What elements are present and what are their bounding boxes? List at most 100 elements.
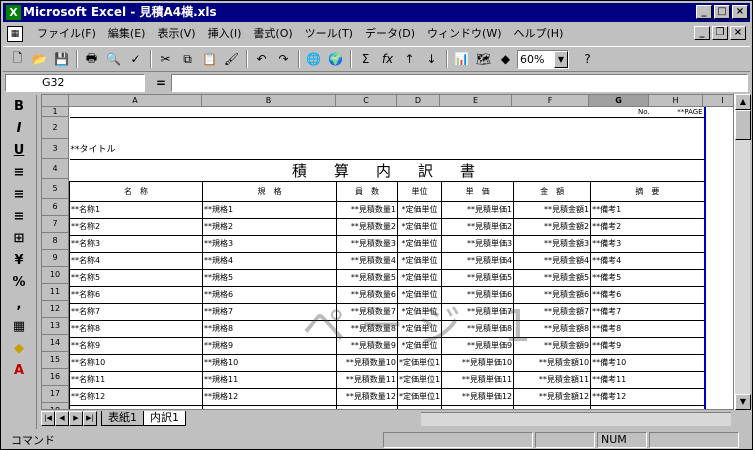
maximize-button[interactable]: □ [714, 5, 730, 19]
sort-ascending-icon[interactable]: ↑ [399, 49, 420, 70]
table-cell[interactable]: **見積単価4 [441, 251, 515, 270]
table-cell[interactable]: **見積金額1 [513, 200, 592, 219]
table-cell[interactable]: **見積単価2 [441, 217, 515, 236]
print-icon[interactable]: 🖶 [81, 49, 102, 70]
bold-button[interactable]: B [3, 95, 35, 117]
chevron-down-icon[interactable]: ▼ [554, 50, 568, 68]
sheet-content[interactable]: No. **PAGE **タイトル 積 算 内 訳 書 名 称 規 格 員 数 … [69, 107, 706, 409]
row-header[interactable]: 18 [42, 403, 69, 409]
page-placeholder[interactable]: **PAGE [650, 107, 706, 117]
cell[interactable] [69, 116, 706, 139]
scroll-down-icon[interactable]: ▼ [735, 394, 751, 410]
table-cell[interactable]: *定価単位 [396, 302, 443, 321]
scroll-thumb[interactable] [735, 110, 751, 140]
row-header[interactable]: 8 [42, 233, 69, 250]
comma-icon[interactable]: , [3, 293, 35, 315]
menu-insert[interactable]: 挿入(I) [202, 24, 248, 43]
row-header[interactable]: 6 [42, 199, 69, 216]
table-cell[interactable]: **見積単価11 [441, 370, 515, 389]
row-header[interactable]: 16 [42, 369, 69, 386]
table-cell[interactable]: **見積数量10 [336, 353, 398, 372]
column-header-c[interactable]: C [336, 95, 397, 107]
table-cell[interactable]: *定価単位 [396, 200, 443, 219]
page-number-label[interactable]: No. [591, 107, 651, 117]
table-cell[interactable]: **見積数量4 [336, 251, 398, 270]
office-assistant-icon[interactable]: ? [577, 49, 598, 70]
table-cell[interactable]: **見積数量8 [336, 319, 398, 338]
paste-icon[interactable]: 📋 [199, 49, 220, 70]
table-cell[interactable]: **規格12 [202, 387, 337, 406]
header-spec[interactable]: 規 格 [202, 180, 337, 202]
font-color-icon[interactable]: A [3, 359, 35, 381]
table-cell[interactable]: **規格4 [202, 251, 337, 270]
tab-cover-sheet[interactable]: 表紙1 [101, 411, 144, 426]
table-row[interactable]: **名称4 **規格4 **見積数量4 *定価単位 **見積単価4 **見積金額4 **備考… [69, 251, 706, 270]
table-row[interactable]: **名称10 **規格10 **見積数量10 *定価単位1 **見積単価10 **見積金額… [69, 353, 706, 372]
menu-data[interactable]: データ(D) [359, 24, 421, 43]
borders-icon[interactable]: ▦ [3, 315, 35, 337]
table-cell[interactable]: *定価単位 [396, 319, 443, 338]
hyperlink-icon[interactable]: 🌐 [303, 49, 324, 70]
format-painter-icon[interactable]: 🖌 [221, 49, 242, 70]
currency-icon[interactable]: ¥ [3, 249, 35, 271]
table-cell[interactable]: **名称2 [69, 217, 203, 236]
table-cell[interactable]: **名称12 [69, 387, 203, 406]
table-cell[interactable]: **名称5 [69, 268, 203, 287]
row-header[interactable]: 17 [42, 386, 69, 403]
column-header-i[interactable]: I [703, 95, 733, 107]
table-row[interactable]: **名称5 **規格5 **見積数量5 *定価単位 **見積単価5 **見積金額5 **備考… [69, 268, 706, 287]
row-header[interactable]: 5 [42, 179, 69, 199]
table-cell[interactable]: **備考10 [590, 353, 706, 372]
table-cell[interactable]: **規格9 [202, 336, 337, 355]
menu-edit[interactable]: 編集(E) [102, 24, 152, 43]
header-remarks[interactable]: 摘 要 [590, 180, 706, 202]
table-cell[interactable]: **名称3 [69, 234, 203, 253]
table-cell[interactable]: **備考7 [590, 302, 706, 321]
header-amount[interactable]: 金 額 [513, 180, 592, 202]
table-cell[interactable]: **見積金額5 [513, 268, 592, 287]
underline-button[interactable]: U [3, 139, 35, 161]
menu-view[interactable]: 表示(V) [151, 24, 201, 43]
table-cell[interactable]: **規格8 [202, 319, 337, 338]
table-cell[interactable]: **備考1 [590, 200, 706, 219]
table-cell[interactable]: **見積単価12 [441, 387, 515, 406]
table-row[interactable]: **名称7 **規格7 **見積数量7 *定価単位 **見積単価7 **見積金額7 **備考… [69, 302, 706, 321]
row-header[interactable]: 4 [42, 159, 69, 179]
table-cell[interactable]: **名称9 [69, 336, 203, 355]
table-cell[interactable]: **見積金額10 [513, 353, 592, 372]
table-row[interactable]: **名称3 **規格3 **見積数量3 *定価単位 **見積単価3 **見積金額3 **備考… [69, 234, 706, 253]
open-icon[interactable]: 📂 [29, 49, 50, 70]
column-header-a[interactable]: A [69, 95, 202, 107]
cut-icon[interactable]: ✂ [155, 49, 176, 70]
row-header[interactable]: 1 [42, 107, 69, 117]
sort-descending-icon[interactable]: ↓ [421, 49, 442, 70]
table-cell[interactable]: **見積単価9 [441, 336, 515, 355]
document-title[interactable]: 積 算 内 訳 書 [69, 158, 706, 181]
horizontal-scrollbar[interactable] [421, 412, 731, 426]
table-cell[interactable]: **見積数量7 [336, 302, 398, 321]
zoom-select[interactable]: 60% ▼ [517, 49, 569, 69]
column-header-f[interactable]: F [512, 95, 589, 107]
new-icon[interactable]: 🗋 [7, 49, 28, 70]
table-cell[interactable]: **見積金額3 [513, 234, 592, 253]
align-left-icon[interactable]: ≡ [3, 161, 35, 183]
table-cell[interactable]: **備考8 [590, 319, 706, 338]
table-cell[interactable]: *定価単位 [396, 251, 443, 270]
table-cell[interactable]: **規格6 [202, 285, 337, 304]
undo-icon[interactable]: ↶ [251, 49, 272, 70]
italic-button[interactable]: I [3, 117, 35, 139]
formula-input[interactable] [171, 74, 748, 92]
table-cell[interactable]: **見積単価7 [441, 302, 515, 321]
table-cell[interactable]: **規格1 [202, 200, 337, 219]
table-cell[interactable]: **名称10 [69, 353, 203, 372]
table-cell[interactable]: **備考9 [590, 336, 706, 355]
table-cell[interactable]: *定価単位1 [396, 370, 443, 389]
table-cell[interactable]: **見積単価5 [441, 268, 515, 287]
table-cell[interactable]: **見積単価1 [441, 200, 515, 219]
menu-window[interactable]: ウィンドウ(W) [421, 24, 507, 43]
table-cell[interactable]: **名称11 [69, 370, 203, 389]
table-cell[interactable]: **見積数量11 [336, 370, 398, 389]
table-cell[interactable]: **備考5 [590, 268, 706, 287]
cell[interactable] [70, 107, 591, 117]
table-cell[interactable]: **規格10 [202, 353, 337, 372]
